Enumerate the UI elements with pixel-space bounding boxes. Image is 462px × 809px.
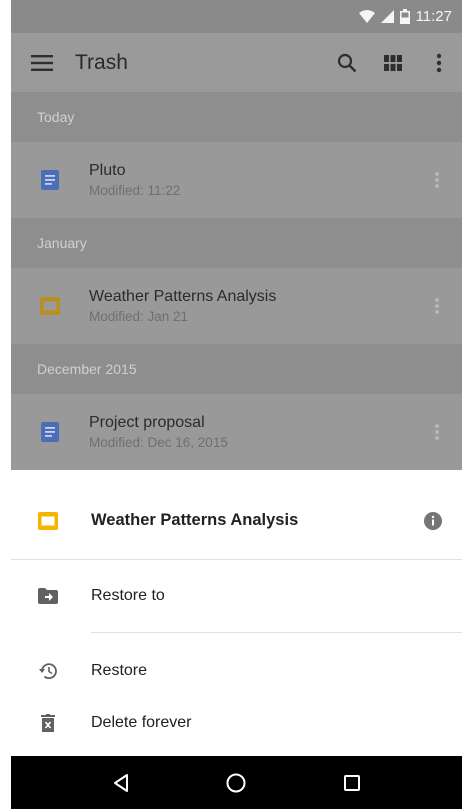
section-header: December 2015 [11,344,462,394]
restore-label: Restore [91,661,148,679]
back-icon[interactable] [101,763,141,803]
file-name: Project proposal [89,414,205,431]
folder-move-icon [11,588,91,604]
trash-file-list: Today Pluto Modified: 11:22 January Weat… [11,92,462,470]
signal-icon [380,10,394,23]
file-modified: Modified: Jan 21 [89,309,189,324]
search-icon[interactable] [324,33,370,92]
battery-icon [399,9,410,24]
file-modified: Modified: Dec 16, 2015 [89,435,228,450]
doc-icon [11,170,89,190]
sheet-title: Weather Patterns Analysis [91,511,299,529]
more-vert-icon[interactable] [412,171,462,189]
more-vert-icon[interactable] [412,297,462,315]
list-item[interactable]: Project proposal Modified: Dec 16, 2015 [11,394,462,470]
wifi-icon [358,10,375,23]
file-name: Pluto [89,162,126,179]
page-title: Trash [75,50,128,74]
list-item[interactable]: Pluto Modified: 11:22 [11,142,462,218]
grid-view-icon[interactable] [370,33,416,92]
delete-forever-label: Delete forever [91,714,192,731]
file-name: Weather Patterns Analysis [89,288,277,305]
recents-icon[interactable] [332,763,372,803]
restore-button[interactable]: Restore [11,643,462,698]
section-header: January [11,218,462,268]
status-time: 11:27 [415,8,452,25]
file-modified: Modified: 11:22 [89,183,181,198]
restore-to-button[interactable]: Restore to [11,560,462,632]
home-icon[interactable] [216,763,256,803]
doc-icon [11,422,89,442]
trash-icon [11,714,91,732]
bottom-sheet: Weather Patterns Analysis Restore to Res… [11,482,462,756]
slides-icon [11,297,89,315]
more-vert-icon[interactable] [412,423,462,441]
divider [91,632,462,633]
system-nav-bar [11,756,462,809]
info-icon[interactable] [404,511,462,530]
history-icon [11,661,91,681]
menu-icon[interactable] [11,33,71,92]
restore-to-label: Restore to [91,587,165,604]
status-bar: 11:27 [11,0,462,33]
sheet-header: Weather Patterns Analysis [11,482,462,560]
delete-forever-button[interactable]: Delete forever [11,698,462,748]
more-vert-icon[interactable] [416,33,462,92]
phone-screen: 11:27 Trash Today Pluto Modified: 11:22 [11,0,462,809]
list-item[interactable]: Weather Patterns Analysis Modified: Jan … [11,268,462,344]
app-toolbar: Trash [11,33,462,92]
section-header: Today [11,92,462,142]
slides-icon [11,511,91,530]
